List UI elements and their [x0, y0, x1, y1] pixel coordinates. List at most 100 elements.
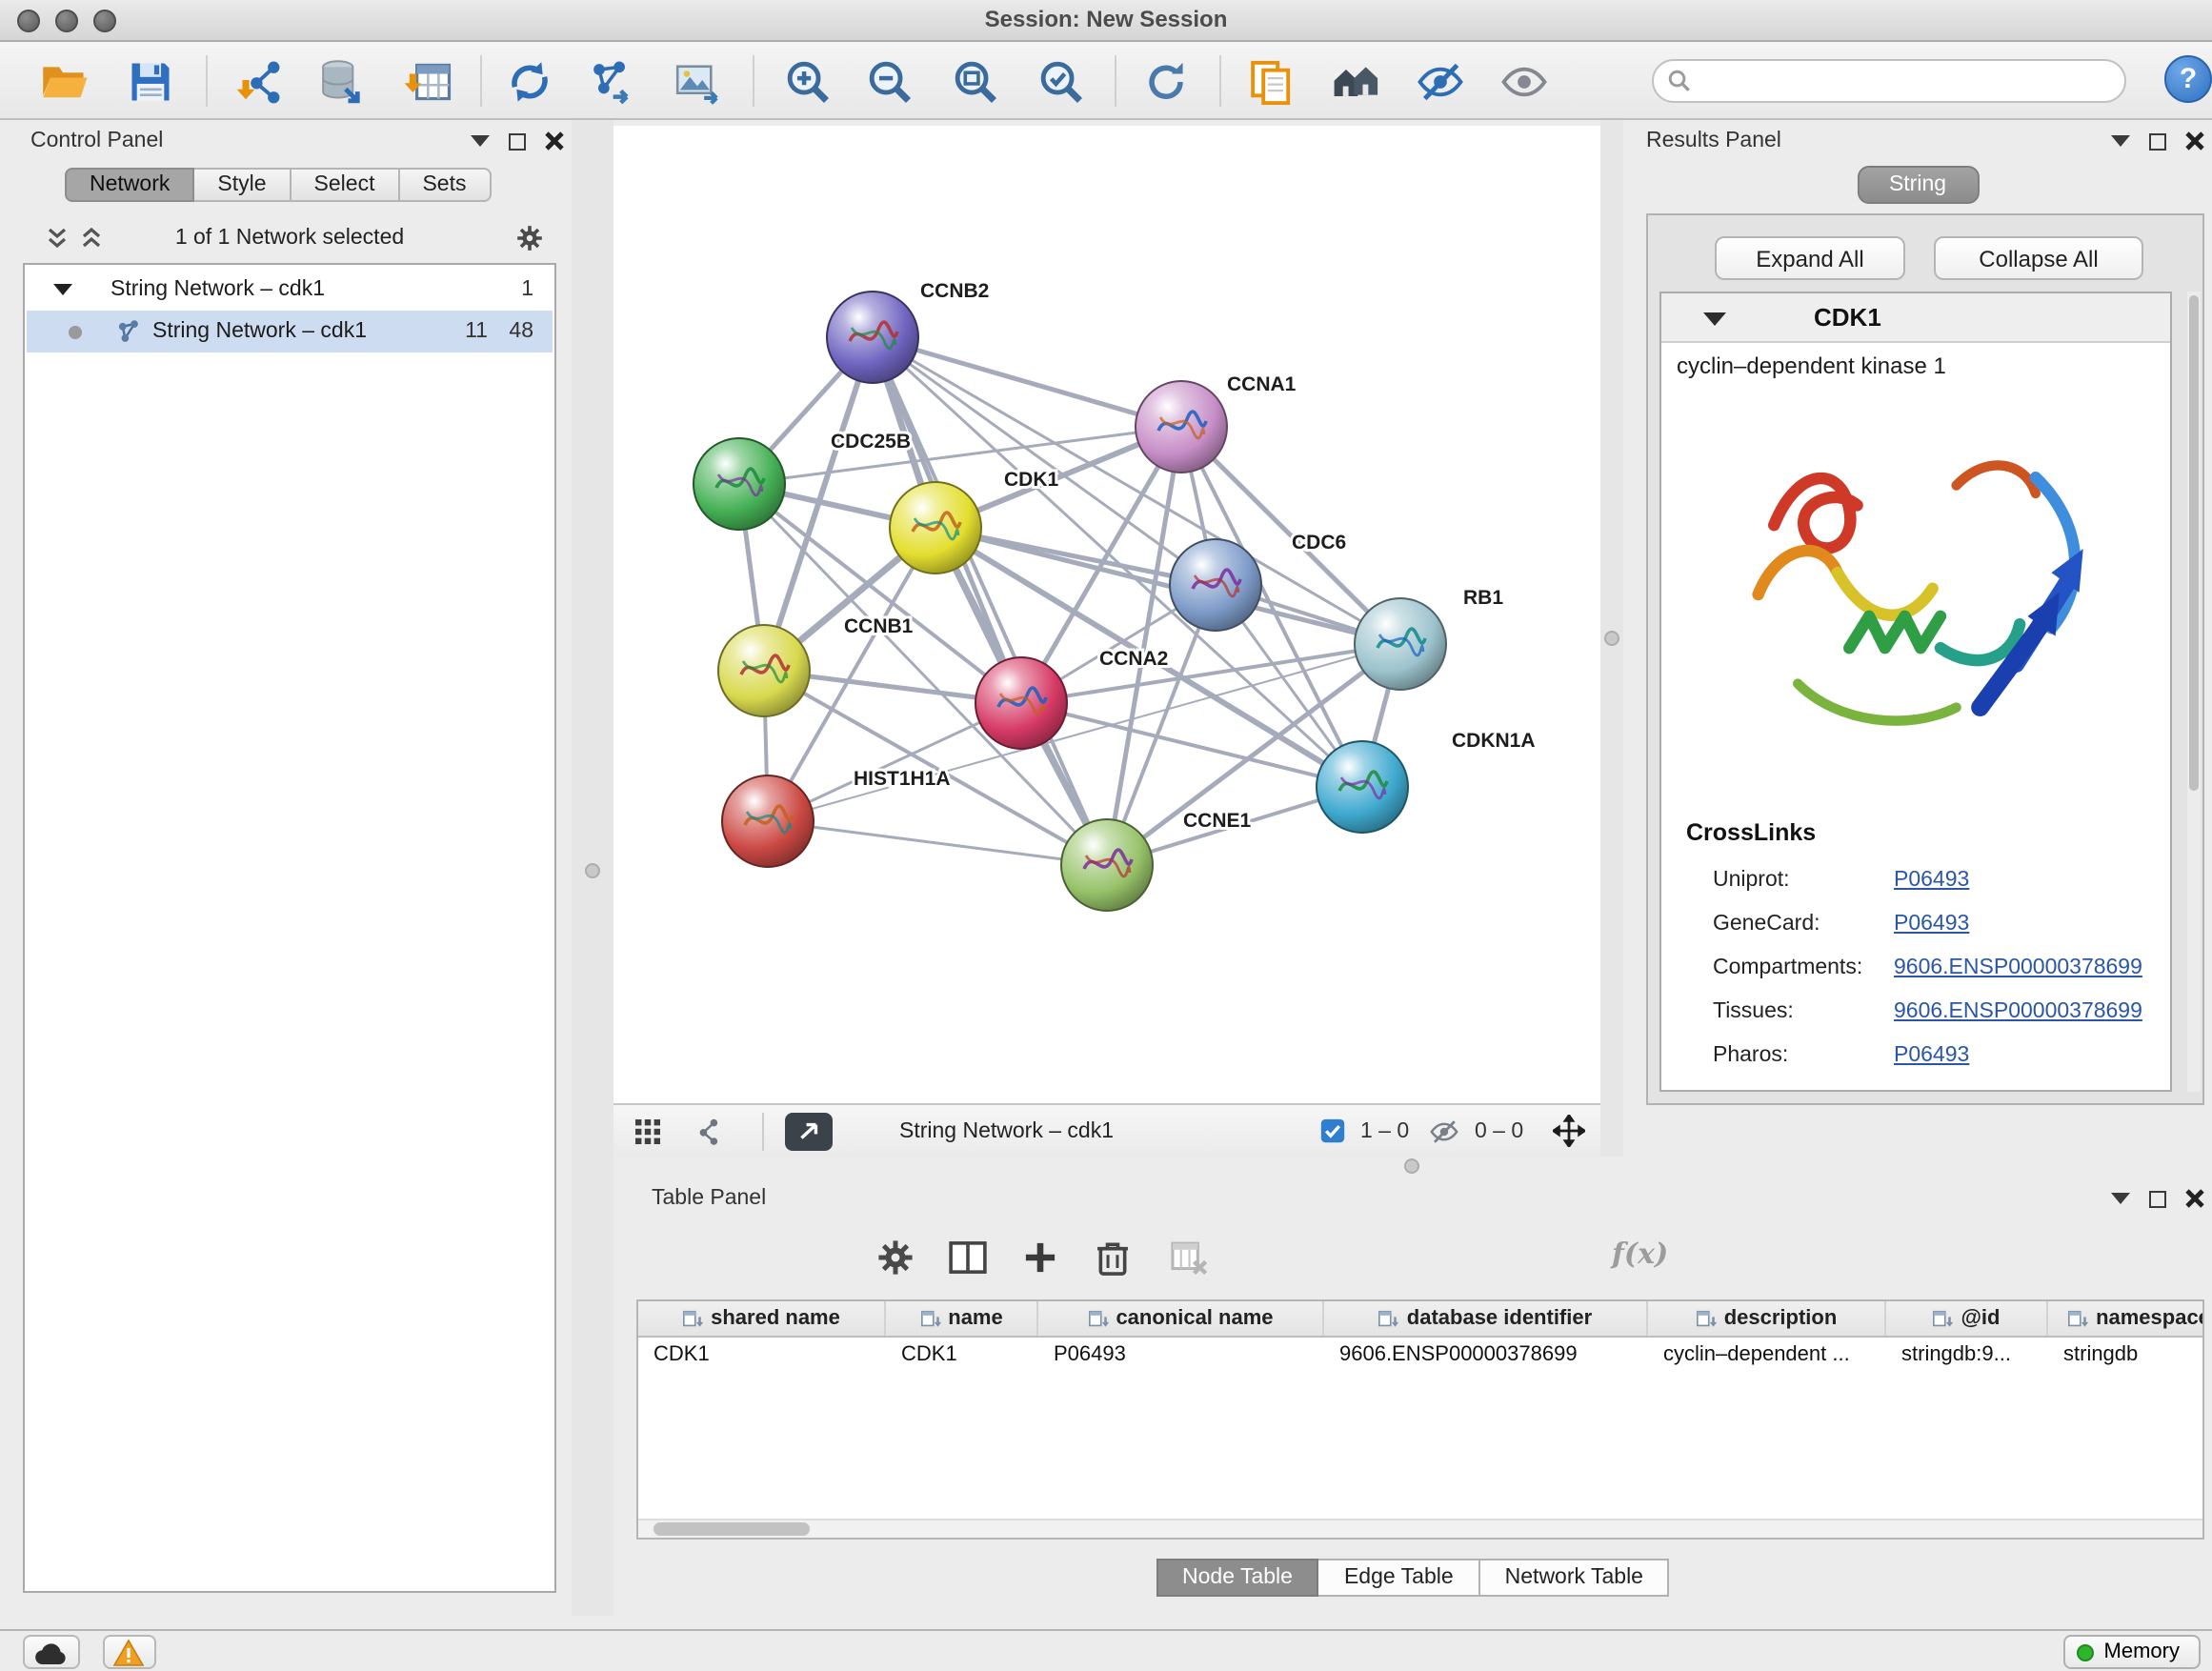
collapse-panel-icon[interactable]	[2111, 135, 2130, 147]
tree-row-root[interactable]: String Network – cdk1 1	[27, 269, 553, 311]
refresh-view-button[interactable]	[1137, 53, 1195, 111]
delete-column-button[interactable]	[1088, 1233, 1137, 1282]
splitter-handle[interactable]	[585, 863, 600, 878]
window-minimize-button[interactable]	[55, 10, 78, 32]
zoom-out-button[interactable]	[861, 53, 918, 111]
float-panel-icon[interactable]	[2149, 1190, 2166, 1207]
tab-string[interactable]: String	[1857, 166, 1979, 204]
window-close-button[interactable]	[17, 10, 40, 32]
crosshair-move-icon	[1553, 1115, 1585, 1147]
expand-all-button[interactable]: Expand All	[1715, 236, 1905, 280]
network-canvas[interactable]: CCNB2CCNA1CDC25BCDK1CDC6RB1CCNB1CCNA2CDK…	[613, 126, 1600, 1103]
import-table-button[interactable]	[400, 53, 457, 111]
results-scrollbar[interactable]	[2187, 292, 2201, 1092]
search-input[interactable]	[1652, 59, 2126, 103]
save-session-button[interactable]	[122, 53, 179, 111]
import-network-from-file-button[interactable]	[231, 53, 288, 111]
crosslink-uniprot-link[interactable]: P06493	[1894, 869, 1969, 892]
delete-table-button[interactable]	[1164, 1233, 1214, 1282]
column-header-id[interactable]: @id	[1886, 1301, 2048, 1336]
tree-expand-icon[interactable]	[53, 284, 72, 295]
gear-icon[interactable]	[514, 223, 545, 253]
column-header-shared-name[interactable]: shared name	[638, 1301, 886, 1336]
function-builder-button[interactable]: f(x)	[1612, 1237, 1668, 1271]
column-sort-icon	[682, 1308, 703, 1329]
float-panel-icon[interactable]	[2149, 132, 2166, 150]
open-session-button[interactable]	[36, 53, 93, 111]
column-header-namespace[interactable]: namespace	[2048, 1301, 2204, 1336]
tab-node-table[interactable]: Node Table	[1156, 1559, 1319, 1597]
collapse-panel-icon[interactable]	[471, 135, 490, 147]
crosslink-compartments-link[interactable]: 9606.ENSP00000378699	[1894, 956, 2142, 979]
network-selection-row: 1 of 1 Network selected	[23, 217, 556, 259]
gene-card-cdk1: CDK1 cyclin–dependent kinase 1	[1659, 292, 2172, 1092]
hide-selected-button[interactable]	[1412, 53, 1469, 111]
new-network-button[interactable]	[501, 53, 558, 111]
cloud-status-button[interactable]	[23, 1635, 80, 1669]
splitter-handle[interactable]	[1404, 1158, 1419, 1174]
show-all-button[interactable]	[1496, 53, 1553, 111]
tab-style[interactable]: Style	[194, 168, 291, 202]
splitter-handle[interactable]	[1604, 631, 1619, 646]
hidden-nodes-button[interactable]	[1429, 1117, 1459, 1147]
selected-nodes-checkbox[interactable]	[1318, 1117, 1347, 1145]
tab-sets[interactable]: Sets	[399, 168, 491, 202]
crosslink-genecard-link[interactable]: P06493	[1894, 913, 1969, 936]
column-selector-button[interactable]	[943, 1233, 993, 1282]
collapse-all-button[interactable]: Collapse All	[1934, 236, 2143, 280]
grid-view-button[interactable]	[633, 1117, 663, 1147]
warnings-button[interactable]	[103, 1635, 156, 1669]
export-image-button[interactable]	[669, 53, 726, 111]
gene-card-header[interactable]: CDK1	[1661, 293, 2170, 343]
close-panel-icon[interactable]	[2185, 131, 2204, 151]
column-header-name[interactable]: name	[886, 1301, 1038, 1336]
annotation-pages-button[interactable]	[1242, 53, 1299, 111]
tab-edge-table[interactable]: Edge Table	[1319, 1559, 1480, 1597]
window-zoom-button[interactable]	[93, 10, 116, 32]
create-column-button[interactable]	[1016, 1233, 1065, 1282]
memory-button[interactable]: Memory	[2064, 1635, 2201, 1669]
column-header-database-identifier[interactable]: database identifier	[1324, 1301, 1648, 1336]
collapse-all-icon[interactable]	[46, 227, 69, 250]
tree-row-network[interactable]: String Network – cdk1 11 48	[27, 311, 553, 352]
crosslink-label: Compartments:	[1713, 949, 1894, 987]
table-panel-header: Table Panel	[613, 1178, 2212, 1219]
collapse-gene-icon[interactable]	[1703, 312, 1726, 326]
crosslink-tissues-link[interactable]: 9606.ENSP00000378699	[1894, 1000, 2142, 1023]
scrollbar-thumb[interactable]	[2189, 295, 2199, 792]
help-button[interactable]: ?	[2164, 55, 2212, 103]
zoom-selected-button[interactable]	[1033, 53, 1090, 111]
cell-namespace: stringdb	[2048, 1338, 2204, 1372]
share-network-button[interactable]	[690, 1117, 720, 1147]
table-horizontal-scrollbar[interactable]	[638, 1519, 2202, 1538]
tab-network[interactable]: Network	[65, 168, 194, 202]
tab-select[interactable]: Select	[292, 168, 400, 202]
network-overview-button[interactable]	[1328, 53, 1385, 111]
column-header-canonical-name[interactable]: canonical name	[1038, 1301, 1324, 1336]
table-row[interactable]: CDK1 CDK1 P06493 9606.ENSP00000378699 cy…	[638, 1338, 2204, 1372]
network-tree: String Network – cdk1 1 String Network –…	[23, 263, 556, 1593]
vertical-splitter-right[interactable]	[1600, 120, 1623, 1178]
crosslink-pharos-link[interactable]: P06493	[1894, 1044, 1969, 1067]
zoom-fit-button[interactable]	[947, 53, 1004, 111]
network-node-label: CCNB2	[920, 280, 989, 302]
tab-network-table[interactable]: Network Table	[1480, 1559, 1670, 1597]
network-edge[interactable]	[768, 644, 1400, 821]
scrollbar-thumb[interactable]	[654, 1522, 810, 1536]
close-panel-icon[interactable]	[545, 131, 564, 151]
network-edge[interactable]	[873, 337, 1181, 427]
table-settings-button[interactable]	[871, 1233, 920, 1282]
collapse-panel-icon[interactable]	[2111, 1193, 2130, 1204]
close-panel-icon[interactable]	[2185, 1189, 2204, 1208]
vertical-splitter-left[interactable]	[572, 120, 613, 1616]
float-panel-icon[interactable]	[509, 132, 526, 150]
export-view-button[interactable]	[785, 1113, 833, 1151]
horizontal-splitter[interactable]	[613, 1157, 2212, 1178]
import-network-from-database-button[interactable]	[312, 53, 370, 111]
pan-crosshair-button[interactable]	[1553, 1115, 1585, 1147]
expand-all-icon[interactable]	[80, 227, 103, 250]
network-edge[interactable]	[768, 821, 1107, 865]
zoom-in-button[interactable]	[779, 53, 836, 111]
export-network-button[interactable]	[583, 53, 640, 111]
column-header-description[interactable]: description	[1648, 1301, 1886, 1336]
